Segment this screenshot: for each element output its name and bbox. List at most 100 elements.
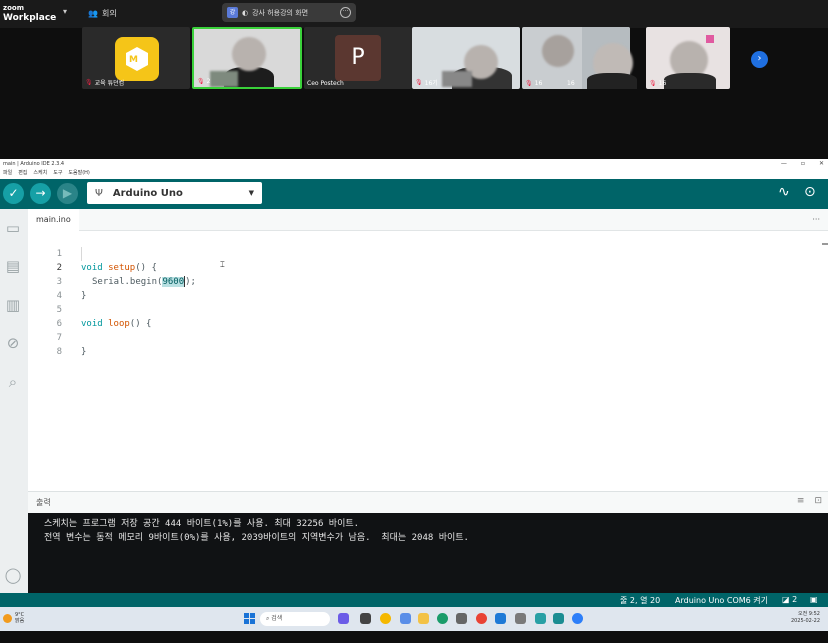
chevron-down-icon[interactable]: ▾ bbox=[63, 7, 67, 16]
meeting-button[interactable]: 👥 회의 bbox=[88, 8, 117, 19]
toolbar: ✓ → ▶ Ψ Arduino Uno ▼ ∿ ⊙ bbox=[0, 179, 828, 209]
zoom-taskbar-icon[interactable] bbox=[572, 613, 583, 624]
taskbar-app-icon[interactable] bbox=[400, 613, 411, 624]
code-line: 6 bbox=[56, 319, 62, 329]
next-page-button[interactable]: › bbox=[751, 51, 768, 68]
menu-item-help[interactable]: 도움말(H) bbox=[68, 169, 89, 179]
screen: zoom Workplace ▾ 👥 회의 강 ◐ 강사 허용강의 화면 ···… bbox=[0, 0, 828, 643]
lock-icon[interactable]: ⊡ bbox=[814, 496, 822, 506]
share-badge: 강 bbox=[227, 7, 238, 18]
windows-taskbar: 9°C 맑음 ⌕ 검색 오전 9:52 2025-02-22 bbox=[0, 607, 828, 631]
participant-tile[interactable]: M 🎙 교육 튜던컴 bbox=[82, 27, 190, 89]
board-manager-icon[interactable]: ▤ bbox=[4, 257, 22, 275]
arrow-right-icon: → bbox=[35, 186, 46, 200]
output-title: 출력 bbox=[36, 498, 51, 507]
clear-output-icon[interactable]: ≡ bbox=[797, 496, 805, 506]
participant-name: 🎙 16 bbox=[649, 80, 667, 87]
board-selector[interactable]: Ψ Arduino Uno ▼ bbox=[87, 182, 262, 204]
participant-name: 16 bbox=[567, 80, 575, 87]
vscode-icon[interactable] bbox=[495, 613, 506, 624]
cursor-position[interactable]: 줄 2, 열 20 bbox=[620, 595, 660, 606]
taskbar-app-icon[interactable] bbox=[515, 613, 526, 624]
serial-plotter-icon[interactable]: ∿ bbox=[778, 184, 790, 200]
chrome-icon[interactable] bbox=[476, 613, 487, 624]
avatar bbox=[232, 37, 266, 71]
taskbar-search[interactable]: ⌕ 검색 bbox=[260, 612, 330, 626]
menu-item-edit[interactable]: 편집 bbox=[18, 169, 27, 179]
code-editor[interactable]: 1 void setup() { 2 Serial.begin(9600); 3… bbox=[28, 231, 828, 491]
output-panel-header: 출력 ≡ ⊡ bbox=[28, 491, 828, 513]
panel-toggle-icon[interactable]: ▣ bbox=[810, 595, 818, 604]
participant-strip: M 🎙 교육 튜던컴 🎙 2 P Ceo Postech 🎙 16기 🎙 16 … bbox=[82, 27, 742, 89]
zoom-top-bar: zoom Workplace ▾ 👥 회의 강 ◐ 강사 허용강의 화면 ··· bbox=[0, 0, 828, 28]
serial-monitor-icon[interactable]: ⊙ bbox=[804, 184, 816, 200]
participant-tile[interactable]: 🎙 2 bbox=[192, 27, 302, 89]
usb-icon: Ψ bbox=[95, 187, 103, 199]
folder-icon[interactable]: ▭ bbox=[4, 219, 22, 237]
code-line: 5 void loop() { bbox=[56, 305, 152, 329]
meeting-label: 회의 bbox=[101, 9, 117, 18]
menu-item-sketch[interactable]: 스케치 bbox=[33, 169, 47, 179]
code-line: 8 bbox=[56, 347, 62, 357]
window-title-bar: main | Arduino IDE 2.3.4 — ▫ ✕ bbox=[0, 159, 828, 169]
console-line: 전역 변수는 동적 메모리 9바이트(0%)를 사용, 2039바이트의 지역변… bbox=[44, 533, 469, 543]
library-icon[interactable]: ▥ bbox=[4, 296, 22, 314]
code-line: 1 void setup() { bbox=[56, 249, 157, 273]
scrollbar[interactable] bbox=[822, 243, 828, 245]
screen-share-icon: ◐ bbox=[242, 8, 249, 17]
participant-tile[interactable]: 🎙 16 bbox=[646, 27, 730, 89]
more-icon[interactable]: ··· bbox=[340, 7, 351, 18]
sun-icon bbox=[3, 613, 12, 623]
taskbar-app-icon[interactable] bbox=[456, 613, 467, 624]
maximize-icon[interactable]: ▫ bbox=[801, 159, 805, 169]
taskbar-app-icon[interactable] bbox=[338, 613, 349, 624]
code-line: 4 bbox=[56, 291, 62, 301]
file-explorer-icon[interactable] bbox=[418, 613, 429, 624]
arduino-taskbar-icon[interactable] bbox=[553, 613, 564, 624]
taskbar-app-icon[interactable] bbox=[360, 613, 371, 624]
weather-widget[interactable]: 9°C 맑음 bbox=[3, 612, 24, 624]
zoom-brand-line2: Workplace bbox=[3, 13, 57, 23]
avatar: P bbox=[335, 35, 381, 81]
bell-icon: ◪ bbox=[782, 595, 790, 604]
verify-button[interactable]: ✓ bbox=[3, 183, 24, 204]
debug-sidebar-icon[interactable]: ⊘ bbox=[4, 334, 22, 352]
participants-icon: 👥 bbox=[88, 9, 98, 18]
participant-tile[interactable]: 16 bbox=[567, 27, 645, 89]
more-icon[interactable]: ··· bbox=[812, 215, 820, 224]
chevron-right-icon: › bbox=[757, 53, 762, 64]
code-line: 7 } bbox=[56, 333, 87, 357]
activity-sidebar: ▭ ▤ ▥ ⊘ ⌕ ◯ bbox=[0, 209, 28, 593]
system-clock[interactable]: 오전 9:52 2025-02-22 bbox=[791, 611, 820, 625]
close-icon[interactable]: ✕ bbox=[819, 159, 824, 169]
account-icon[interactable]: ◯ bbox=[4, 566, 22, 584]
taskbar-app-icon[interactable] bbox=[535, 613, 546, 624]
output-console: 스케치는 프로그램 저장 공간 444 바이트(1%)를 사용. 최대 3225… bbox=[28, 513, 828, 593]
editor-tabbar: main.ino ··· bbox=[28, 209, 828, 231]
search-icon[interactable]: ⌕ bbox=[4, 373, 22, 391]
status-bar: 줄 2, 열 20 Arduino Uno COM6 켜기 ◪ 2 ▣ bbox=[0, 593, 828, 607]
mic-muted-icon: 🎙 bbox=[197, 78, 205, 85]
window-title: main | Arduino IDE 2.3.4 bbox=[3, 161, 65, 167]
edge-icon[interactable] bbox=[437, 613, 448, 624]
tab-main-ino[interactable]: main.ino bbox=[28, 209, 79, 231]
kakaotalk-icon[interactable] bbox=[380, 613, 391, 624]
participant-tile[interactable]: 🎙 16기 bbox=[412, 27, 520, 89]
mic-muted-icon: 🎙 bbox=[85, 79, 93, 86]
debug-button[interactable]: ▶ bbox=[57, 183, 78, 204]
zoom-brand-line1: zoom bbox=[3, 4, 24, 12]
menu-item-tools[interactable]: 도구 bbox=[53, 169, 62, 179]
participant-tile[interactable]: P Ceo Postech bbox=[304, 27, 412, 89]
minimize-icon[interactable]: — bbox=[781, 159, 787, 169]
participant-name: 🎙 2 bbox=[197, 78, 211, 85]
start-button[interactable] bbox=[244, 613, 255, 624]
code-line: 3 } bbox=[56, 277, 87, 301]
caret-down-icon: ▼ bbox=[248, 189, 254, 197]
notifications-badge[interactable]: ◪ 2 bbox=[782, 595, 797, 604]
screen-share-indicator[interactable]: 강 ◐ 강사 허용강의 화면 ··· bbox=[222, 3, 356, 22]
avatar: M bbox=[115, 37, 159, 81]
upload-button[interactable]: → bbox=[30, 183, 51, 204]
board-port-status[interactable]: Arduino Uno COM6 켜기 bbox=[675, 595, 768, 606]
menu-item-file[interactable]: 파일 bbox=[3, 169, 12, 179]
mouse-cursor-icon: ⌶ bbox=[220, 260, 225, 269]
